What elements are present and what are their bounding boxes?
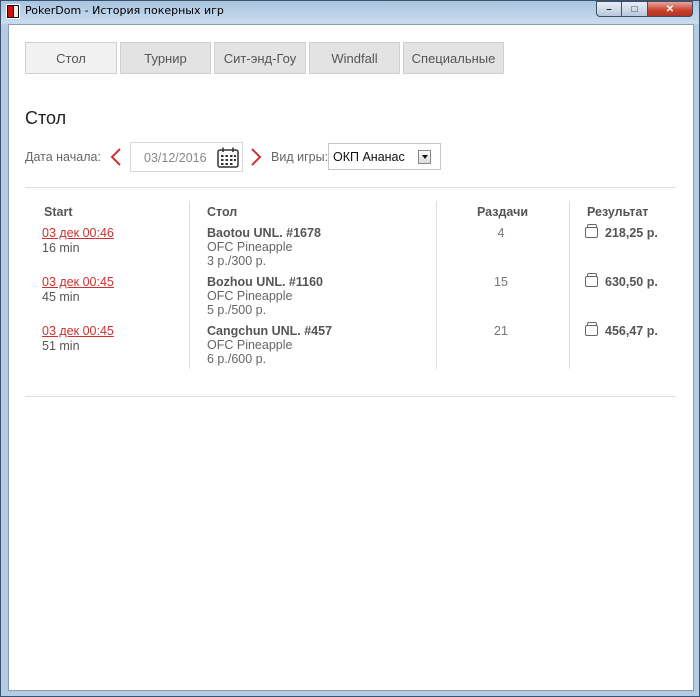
tab-bar: Стол Турнир Сит-энд-Гоу Windfall Специал…	[25, 42, 507, 74]
tab-table[interactable]: Стол	[25, 42, 117, 74]
date-label: Дата начала:	[25, 150, 101, 164]
app-window: PokerDom - История покерных игр – □ ✕ Ст…	[0, 0, 700, 697]
divider-bottom	[25, 396, 676, 397]
tab-windfall[interactable]: Windfall	[309, 42, 400, 74]
page-title: Стол	[25, 108, 67, 128]
table-name: Cangchun UNL. #457	[207, 324, 333, 338]
table-cell: Baotou UNL. #1678 OFC Pineapple 3 р./300…	[207, 226, 321, 268]
table-row[interactable]: 03 дек 00:45 45 min Bozhou UNL. #1160 OF…	[25, 273, 676, 324]
close-button[interactable]: ✕	[648, 1, 693, 17]
table-name: Baotou UNL. #1678	[207, 226, 321, 240]
date-value: 03/12/2016	[144, 151, 207, 165]
result-cell: 630,50 р.	[585, 273, 658, 289]
filter-bar: Дата начала: 03/12/2016 Вид игры: ОКП Ан…	[25, 142, 685, 172]
start-cell: 03 дек 00:45 51 min	[42, 324, 114, 353]
duration: 16 min	[42, 241, 80, 255]
tab-special[interactable]: Специальные	[403, 42, 504, 74]
hands-count: 21	[494, 324, 508, 338]
table-name: Bozhou UNL. #1160	[207, 275, 323, 289]
result-cell: 456,47 р.	[585, 322, 658, 338]
start-time-link[interactable]: 03 дек 00:45	[42, 324, 114, 338]
game-type-select[interactable]: ОКП Ананас	[328, 143, 441, 170]
hands-count: 4	[497, 226, 505, 240]
games-table: Start Стол Раздачи Результат 03 дек 00:4…	[25, 195, 676, 371]
client-area: Стол Турнир Сит-энд-Гоу Windfall Специал…	[8, 24, 694, 691]
column-header-result[interactable]: Результат	[587, 205, 648, 219]
table-row[interactable]: 03 дек 00:45 51 min Cangchun UNL. #457 O…	[25, 322, 676, 373]
calendar-icon[interactable]	[217, 147, 239, 168]
wallet-icon	[585, 224, 598, 238]
tab-sit-and-go[interactable]: Сит-энд-Гоу	[214, 42, 306, 74]
game-name: OFC Pineapple	[207, 240, 293, 254]
stakes: 5 р./500 р.	[207, 303, 267, 317]
column-header-start[interactable]: Start	[44, 205, 72, 219]
result-cell: 218,25 р.	[585, 224, 658, 240]
game-type-value: ОКП Ананас	[333, 150, 405, 164]
result-amount: 456,47 р.	[605, 324, 658, 338]
wallet-icon	[585, 322, 598, 336]
start-time-link[interactable]: 03 дек 00:45	[42, 275, 114, 289]
prev-date-arrow-icon[interactable]	[109, 147, 123, 167]
hands-count: 15	[494, 275, 508, 289]
maximize-button[interactable]: □	[622, 1, 648, 17]
divider-top	[25, 187, 676, 188]
result-amount: 218,25 р.	[605, 226, 658, 240]
result-amount: 630,50 р.	[605, 275, 658, 289]
date-input[interactable]: 03/12/2016	[130, 142, 243, 172]
game-name: OFC Pineapple	[207, 289, 293, 303]
minimize-button[interactable]: –	[596, 1, 622, 17]
window-controls: – □ ✕	[596, 1, 693, 17]
start-cell: 03 дек 00:45 45 min	[42, 275, 114, 304]
duration: 45 min	[42, 290, 80, 304]
wallet-icon	[585, 273, 598, 287]
dropdown-arrow-icon[interactable]	[418, 150, 431, 164]
table-row[interactable]: 03 дек 00:46 16 min Baotou UNL. #1678 OF…	[25, 224, 676, 275]
window-title: PokerDom - История покерных игр	[25, 4, 224, 17]
table-cell: Cangchun UNL. #457 OFC Pineapple 6 р./60…	[207, 324, 332, 366]
start-time-link[interactable]: 03 дек 00:46	[42, 226, 114, 240]
stakes: 6 р./600 р.	[207, 352, 267, 366]
pokerdom-logo-icon	[6, 4, 20, 19]
game-type-label: Вид игры:	[271, 150, 329, 164]
column-header-hands[interactable]: Раздачи	[477, 205, 528, 219]
stakes: 3 р./300 р.	[207, 254, 267, 268]
tab-tournament[interactable]: Турнир	[120, 42, 211, 74]
title-bar[interactable]: PokerDom - История покерных игр – □ ✕	[1, 1, 699, 23]
duration: 51 min	[42, 339, 80, 353]
start-cell: 03 дек 00:46 16 min	[42, 226, 114, 255]
game-name: OFC Pineapple	[207, 338, 293, 352]
next-date-arrow-icon[interactable]	[249, 147, 263, 167]
table-cell: Bozhou UNL. #1160 OFC Pineapple 5 р./500…	[207, 275, 323, 317]
column-header-table[interactable]: Стол	[207, 205, 237, 219]
